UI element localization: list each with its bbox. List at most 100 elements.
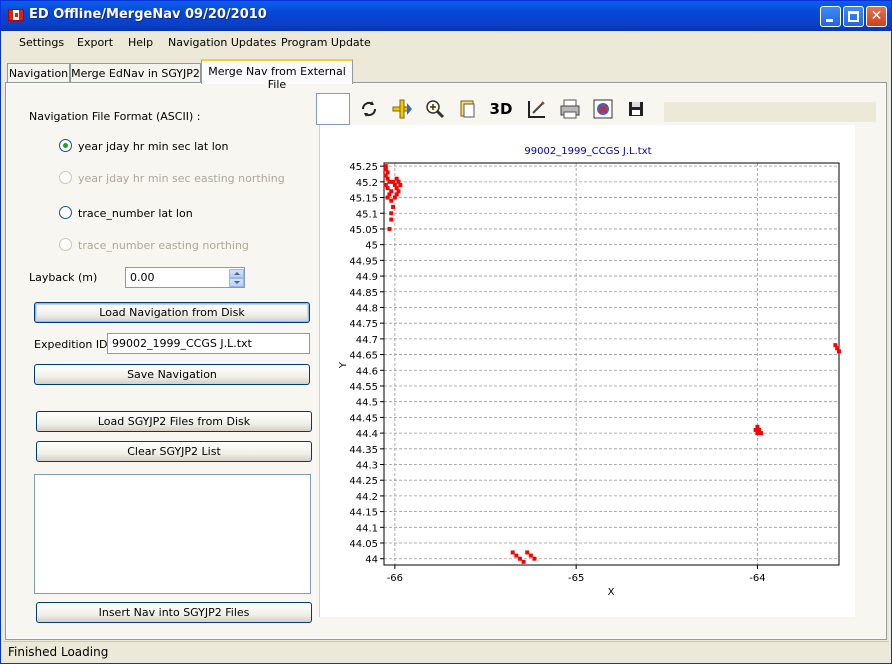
track-point [389,211,394,216]
menu-bar: Settings Export Help Navigation Updates … [5,32,889,54]
y-tick-label: 45.25 [349,162,378,173]
track-point [385,186,390,191]
y-tick-label: 44.35 [349,445,378,456]
insert-nav-button[interactable]: Insert Nav into SGYJP2 Files [36,602,312,623]
track-point [521,559,526,564]
y-tick-label: 45.2 [356,178,378,189]
menu-program-update[interactable]: Program Update [281,36,371,49]
3d-icon[interactable]: 3D [489,97,513,121]
chart-selector-box[interactable] [316,93,350,125]
save-navigation-button[interactable]: Save Navigation [34,364,310,385]
sgyjp2-file-list[interactable] [34,474,311,594]
tab-merge-nav-external[interactable]: Merge Nav from External File [201,59,353,91]
radio-trace-easting[interactable] [59,238,72,251]
track-point [837,349,841,354]
layback-spin-up[interactable] [229,269,244,278]
y-tick-label: 44.9 [356,272,378,283]
radio-trace-easting-label[interactable]: trace_number easting northing [78,239,249,252]
minimize-button[interactable] [820,6,841,27]
y-tick-label: 44.95 [349,256,378,267]
y-tick-label: 44.75 [349,319,378,330]
y-tick-label: 44.8 [356,303,378,314]
y-tick-label: 44.65 [349,351,378,362]
y-tick-label: 44.55 [349,382,378,393]
plot-frame [383,162,840,566]
copy-icon[interactable] [456,97,480,121]
radio-format-easting-label[interactable]: year jday hr min sec easting northing [78,172,285,185]
y-tick-label: 44.3 [356,461,378,472]
window-title: ED Offline/MergeNav 09/20/2010 [29,7,267,22]
load-navigation-button[interactable]: Load Navigation from Disk [34,302,310,323]
chart-title: 99002_1999_CCGS J.L.txt [524,146,651,157]
pan-icon[interactable] [390,97,414,121]
y-tick-label: 44.1 [356,523,378,534]
track-point [387,226,392,231]
canada-flag-icon [8,9,24,21]
save-icon[interactable] [624,97,648,121]
maximize-icon [848,11,859,22]
print-icon[interactable] [558,97,582,121]
track-point [755,431,760,436]
track-point [391,204,396,209]
y-tick-label: 44.6 [356,366,378,377]
menu-help[interactable]: Help [128,36,153,49]
close-button[interactable]: ✕ [866,6,887,27]
y-tick-label: 44.25 [349,476,378,487]
y-tick-label: 44 [365,555,378,566]
expedition-id-value: 99002_1999_CCGS J.L.txt [112,337,252,350]
zoom-in-icon[interactable] [423,97,447,121]
x-axis-ticks: -66 -65 -64 [387,565,766,584]
export-icon[interactable] [591,97,615,121]
radio-trace-latlon-label[interactable]: trace_number lat lon [78,207,193,220]
toolbar-strip [664,102,876,122]
y-tick-label: 45.15 [349,194,378,205]
chart-grid [384,163,839,565]
layback-spin-down[interactable] [229,278,244,287]
close-icon: ✕ [870,8,883,24]
track-points [383,164,841,564]
y-tick-label: 44.15 [349,508,378,519]
x-tick-label: -64 [749,573,765,584]
track-point [532,556,537,561]
clear-sgyjp2-button[interactable]: Clear SGYJP2 List [36,441,312,462]
y-tick-label: 44.5 [356,398,378,409]
y-tick-label: 45.1 [356,209,378,220]
radio-format-easting[interactable] [59,171,72,184]
tab-merge-ednav[interactable]: Merge EdNav in SGYJP2 [70,63,201,83]
track-point [389,198,394,203]
menu-export[interactable]: Export [77,36,113,49]
nav-plot[interactable]: 99002_1999_CCGS J.L.txt 44 44.05 44.1 44.15… [320,125,856,617]
x-tick-label: -66 [387,573,403,584]
track-point [389,217,394,222]
y-tick-label: 44.7 [356,335,378,346]
track-point [759,431,764,436]
layback-input[interactable]: 0.00 [125,267,245,288]
track-point [525,550,530,555]
track-point [528,553,533,558]
x-axis-label: X [608,587,615,598]
track-point [510,550,515,555]
chart-area[interactable]: 99002_1999_CCGS J.L.txt 44 44.05 44.1 44.15… [319,125,855,617]
track-point [392,195,397,200]
track-point [394,176,399,181]
y-axis-ticks: 44 44.05 44.1 44.15 44.2 44.25 44.3 44.35 44.4 44… [349,162,384,566]
edit-chart-icon[interactable] [525,97,549,121]
radio-format-latlon-label[interactable]: year jday hr min sec lat lon [78,140,228,153]
y-tick-label: 44.45 [349,413,378,424]
expedition-label: Expedition ID [34,338,108,351]
maximize-button[interactable] [843,6,864,27]
y-tick-label: 44.05 [349,539,378,550]
tab-navigation[interactable]: Navigation [7,63,70,83]
radio-trace-latlon[interactable] [59,206,72,219]
load-sgyjp2-button[interactable]: Load SGYJP2 Files from Disk [36,411,312,432]
radio-format-latlon[interactable] [59,139,72,152]
menu-settings[interactable]: Settings [19,36,64,49]
expedition-id-input[interactable]: 99002_1999_CCGS J.L.txt [107,333,310,354]
y-tick-label: 44.85 [349,288,378,299]
track-point [514,553,519,558]
x-tick-label: -65 [568,573,584,584]
menu-navigation-updates[interactable]: Navigation Updates [168,36,276,49]
refresh-icon[interactable] [357,97,381,121]
y-tick-label: 45.05 [349,225,378,236]
title-bar[interactable]: ED Offline/MergeNav 09/20/2010 ✕ [1,1,891,31]
